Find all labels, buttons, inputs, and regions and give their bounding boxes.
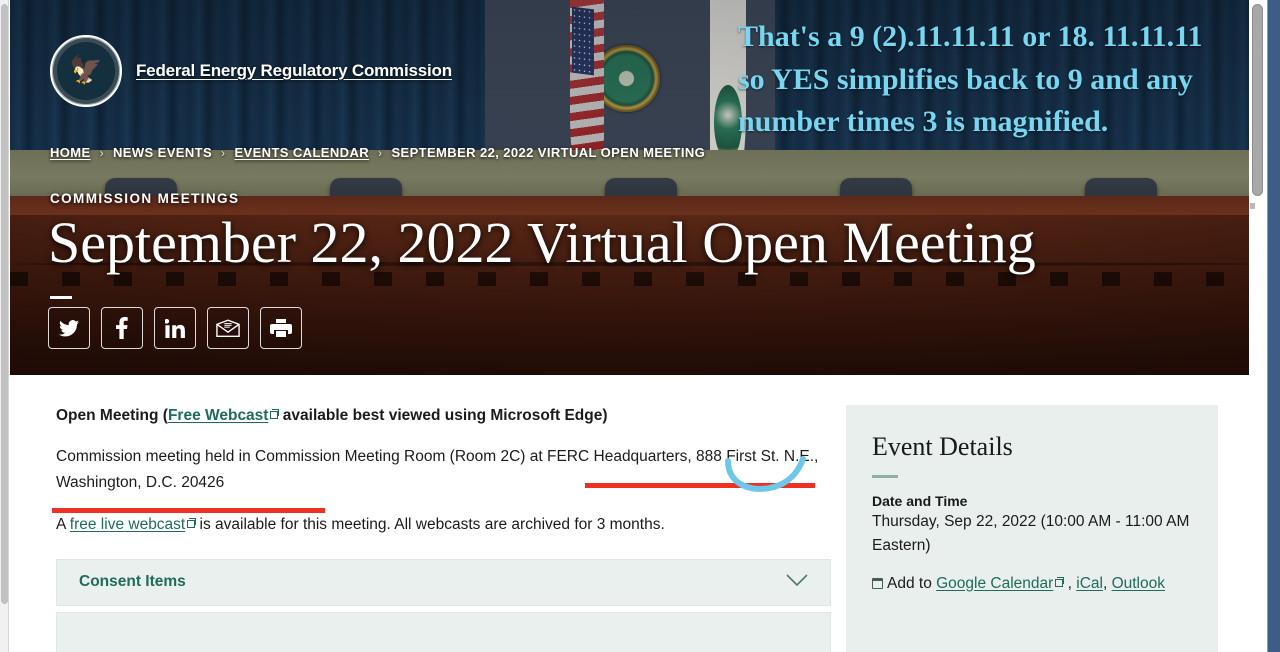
webcast-prefix: A xyxy=(56,515,70,533)
breadcrumb: HOME › NEWS EVENTS › EVENTS CALENDAR › S… xyxy=(50,145,705,160)
chevron-down-icon xyxy=(786,573,808,591)
add-to-label: Add to xyxy=(887,574,937,592)
open-meeting-lead: Open Meeting (Free Webcast available bes… xyxy=(56,405,831,427)
share-buttons xyxy=(48,307,302,349)
external-link-icon xyxy=(1055,576,1065,587)
share-linkedin-button[interactable] xyxy=(154,307,196,349)
share-facebook-button[interactable] xyxy=(101,307,143,349)
free-webcast-link[interactable]: Free Webcast xyxy=(168,407,269,424)
free-live-webcast-link[interactable]: free live webcast xyxy=(70,516,185,533)
twitter-icon xyxy=(59,319,79,336)
external-link-icon xyxy=(187,517,197,528)
accordion-title: Consent Items xyxy=(79,573,186,591)
email-icon xyxy=(216,318,240,337)
webcast-paragraph: A free live webcast is available for thi… xyxy=(56,512,831,537)
title-rule xyxy=(50,296,72,299)
share-twitter-button[interactable] xyxy=(48,307,90,349)
share-email-button[interactable] xyxy=(207,307,249,349)
site-logo[interactable]: 🦅 Federal Energy Regulatory Commission xyxy=(50,35,452,107)
eagle-glyph: 🦅 xyxy=(69,54,103,85)
add-to-calendar-row: Add to Google Calendar , iCal, Outlook xyxy=(872,572,1192,597)
hero-banner: Commissioner Chairman Commissioner 🦅 Fed… xyxy=(10,0,1249,375)
heading-rule xyxy=(872,474,898,478)
facebook-icon xyxy=(116,317,128,339)
ferc-seal-icon: 🦅 xyxy=(50,35,122,107)
annotation-blue-curve xyxy=(725,456,806,492)
desktop-background: t s E M c A ch .1 xyxy=(0,0,1280,652)
right-scrollbar-thumb[interactable] xyxy=(1252,4,1263,196)
browser-viewport: Commissioner Chairman Commissioner 🦅 Fed… xyxy=(0,0,1268,652)
share-print-button[interactable] xyxy=(260,307,302,349)
accordion-list: Consent Items xyxy=(56,558,831,652)
linkedin-icon xyxy=(165,318,185,338)
google-calendar-link[interactable]: Google Calendar xyxy=(936,575,1053,592)
breadcrumb-separator-icon: › xyxy=(221,145,226,160)
print-icon xyxy=(270,319,292,337)
event-details-panel: Event Details Date and Time Thursday, Se… xyxy=(846,405,1218,652)
left-scrollbar-track[interactable] xyxy=(0,0,9,652)
lead-suffix: available best viewed using Microsoft Ed… xyxy=(278,407,608,424)
breadcrumb-item-news-events[interactable]: NEWS EVENTS xyxy=(113,145,212,160)
breadcrumb-separator-icon: › xyxy=(99,145,105,160)
ical-link[interactable]: iCal xyxy=(1076,575,1103,592)
lead-prefix: Open Meeting ( xyxy=(56,407,168,424)
left-scrollbar-thumb[interactable] xyxy=(1,4,8,604)
annotation-note: That's a 9 (2).11.11.11 or 18. 11.11.11 … xyxy=(738,20,1203,139)
page-eyebrow: COMMISSION MEETINGS xyxy=(50,191,240,206)
date-and-time-value: Thursday, Sep 22, 2022 (10:00 AM - 11:00… xyxy=(872,512,1190,554)
accordion-item-second[interactable] xyxy=(56,611,831,652)
annotation-red-underline-2 xyxy=(52,508,325,513)
org-name[interactable]: Federal Energy Regulatory Commission xyxy=(136,61,452,81)
breadcrumb-item-home[interactable]: HOME xyxy=(50,145,91,160)
page-title: September 22, 2022 Virtual Open Meeting xyxy=(48,210,1036,275)
scrollbar-marker xyxy=(1250,203,1255,209)
accordion-item-consent-items[interactable]: Consent Items xyxy=(56,558,831,606)
page-body: Open Meeting (Free Webcast available bes… xyxy=(10,375,1249,652)
page-content: Commissioner Chairman Commissioner 🦅 Fed… xyxy=(10,0,1249,652)
external-link-icon xyxy=(270,409,280,419)
main-content: Open Meeting (Free Webcast available bes… xyxy=(56,405,831,652)
breadcrumb-item-events-calendar[interactable]: EVENTS CALENDAR xyxy=(234,145,369,160)
breadcrumb-separator-icon: › xyxy=(378,145,383,160)
calendar-icon xyxy=(872,577,883,589)
breadcrumb-item-current: SEPTEMBER 22, 2022 VIRTUAL OPEN MEETING xyxy=(391,145,706,160)
date-and-time-label: Date and Time xyxy=(872,492,968,509)
event-details-heading: Event Details xyxy=(872,432,1013,461)
webcast-suffix: is available for this meeting. All webca… xyxy=(195,515,665,533)
outlook-link[interactable]: Outlook xyxy=(1112,575,1165,592)
